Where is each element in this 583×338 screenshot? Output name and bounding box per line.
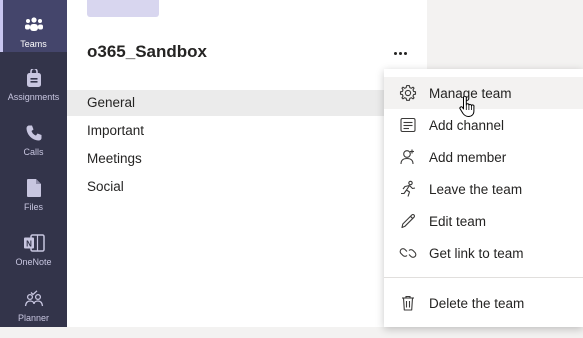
channel-important[interactable]: Important bbox=[67, 118, 427, 144]
pencil-icon bbox=[398, 211, 418, 231]
onenote-icon: N bbox=[23, 230, 45, 256]
calls-icon bbox=[25, 120, 43, 146]
rail-item-label: Planner bbox=[17, 313, 50, 323]
rail-item-label: OneNote bbox=[15, 257, 52, 267]
menu-item-delete-team[interactable]: Delete the team bbox=[384, 287, 583, 319]
menu-item-label: Add channel bbox=[429, 117, 505, 133]
menu-item-label: Edit team bbox=[429, 213, 487, 229]
trash-icon bbox=[398, 293, 418, 313]
menu-item-label: Leave the team bbox=[429, 181, 523, 197]
rail-item-label: Assignments bbox=[7, 92, 60, 102]
menu-item-get-link[interactable]: Get link to team bbox=[384, 237, 583, 269]
more-options-icon[interactable] bbox=[389, 43, 411, 63]
rail-item-label: Files bbox=[23, 202, 43, 212]
menu-item-leave-team[interactable]: Leave the team bbox=[384, 173, 583, 205]
channel-general[interactable]: General bbox=[67, 90, 427, 116]
rail-item-teams[interactable]: Teams bbox=[0, 0, 67, 52]
rail-item-calls[interactable]: Calls bbox=[0, 120, 67, 172]
menu-item-add-channel[interactable]: Add channel bbox=[384, 109, 583, 141]
team-context-menu: Manage team Add channel Add member Leave… bbox=[384, 69, 583, 327]
menu-item-edit-team[interactable]: Edit team bbox=[384, 205, 583, 237]
menu-item-label: Delete the team bbox=[429, 295, 525, 311]
teams-icon bbox=[24, 12, 44, 38]
menu-item-manage-team[interactable]: Manage team bbox=[384, 77, 583, 109]
rail-item-onenote[interactable]: N OneNote bbox=[0, 230, 67, 282]
link-icon bbox=[398, 243, 418, 263]
planner-icon bbox=[24, 286, 44, 312]
menu-item-add-member[interactable]: Add member bbox=[384, 141, 583, 173]
files-icon bbox=[26, 175, 42, 201]
app-rail: Teams Assignments Calls Files N OneNote … bbox=[0, 0, 67, 327]
svg-text:N: N bbox=[26, 240, 32, 249]
team-panel: o365_Sandbox General Important Meetings … bbox=[67, 0, 427, 327]
channel-meetings[interactable]: Meetings bbox=[67, 146, 427, 172]
leave-icon bbox=[398, 179, 418, 199]
rail-item-label: Teams bbox=[20, 39, 47, 49]
assignments-icon bbox=[26, 65, 42, 91]
channel-social[interactable]: Social bbox=[67, 174, 427, 200]
menu-item-label: Add member bbox=[429, 149, 507, 165]
team-avatar[interactable] bbox=[87, 0, 159, 17]
rail-item-planner[interactable]: Planner bbox=[0, 286, 67, 338]
add-member-icon bbox=[398, 147, 418, 167]
add-channel-icon bbox=[398, 115, 418, 135]
hand-cursor-icon bbox=[459, 95, 475, 118]
gear-icon bbox=[398, 83, 418, 103]
menu-item-label: Get link to team bbox=[429, 245, 524, 261]
rail-item-assignments[interactable]: Assignments bbox=[0, 65, 67, 117]
rail-item-label: Calls bbox=[23, 147, 44, 157]
menu-divider bbox=[384, 277, 583, 278]
rail-item-files[interactable]: Files bbox=[0, 175, 67, 227]
team-name[interactable]: o365_Sandbox bbox=[87, 42, 207, 62]
